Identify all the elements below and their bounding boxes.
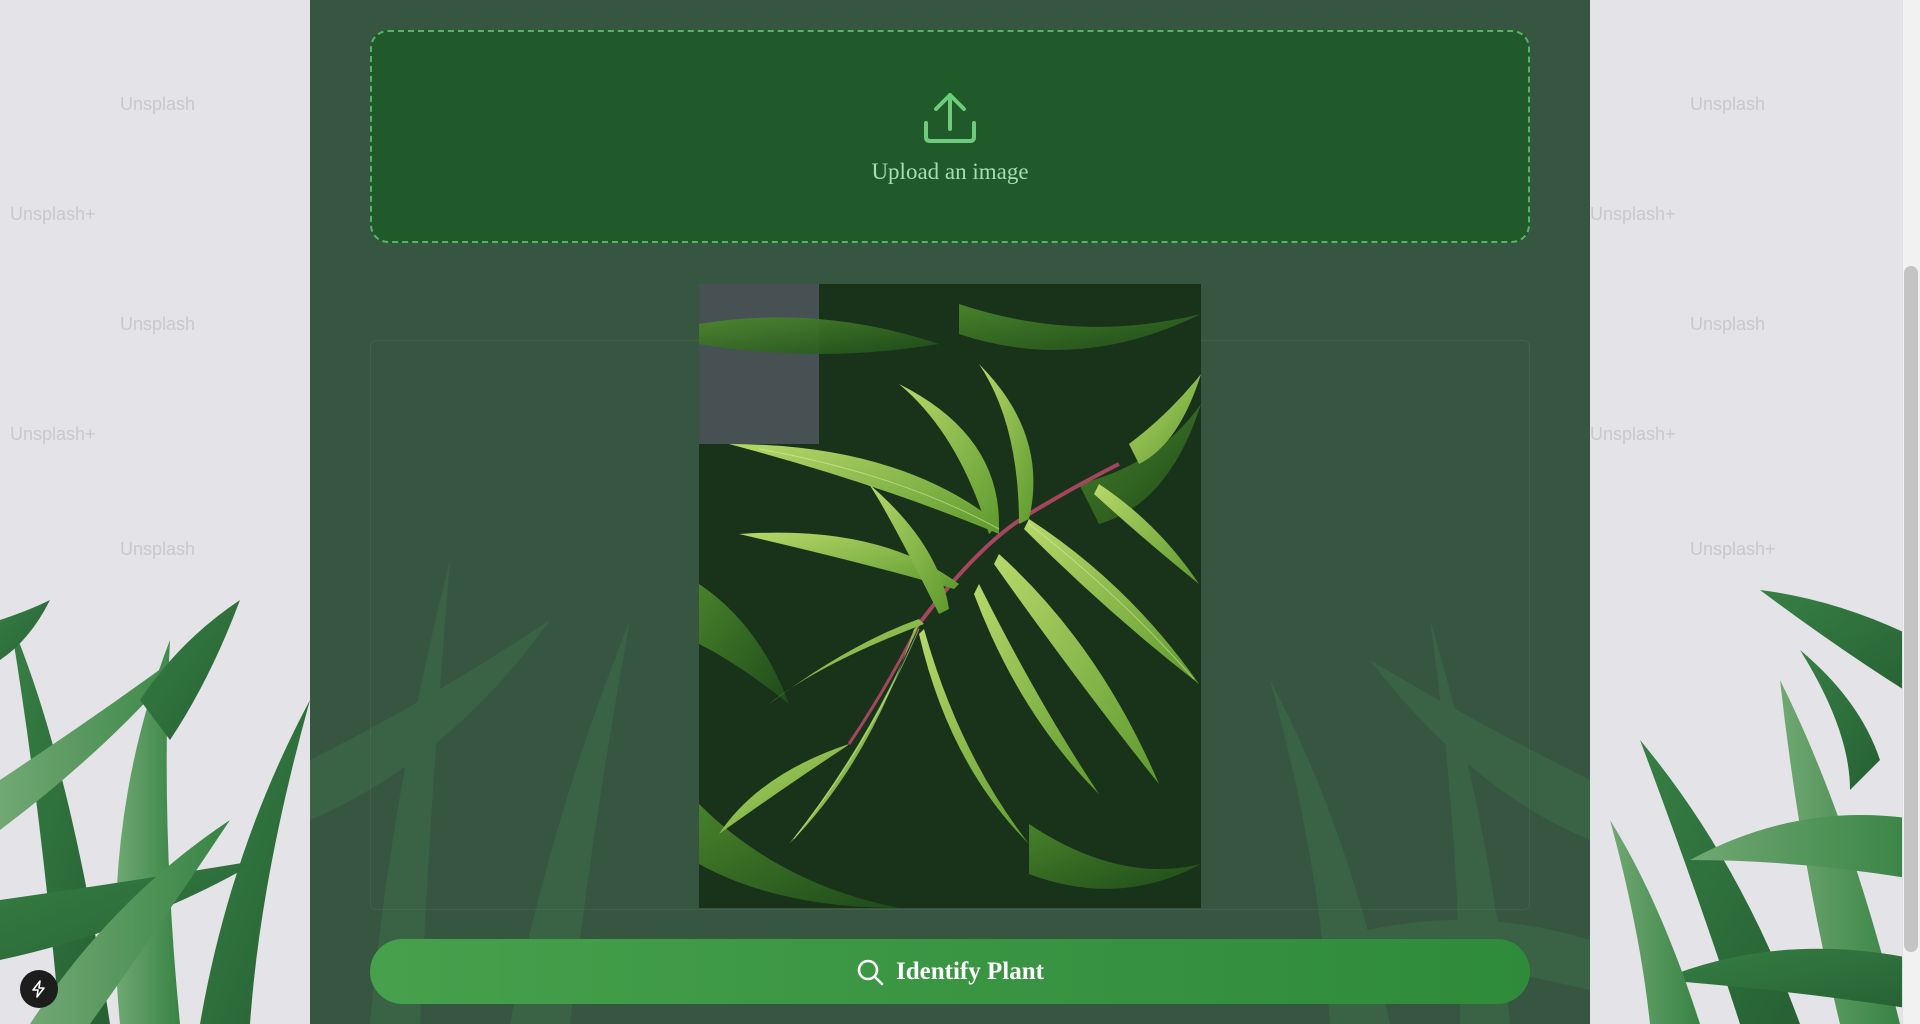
svg-text:Unsplash+: Unsplash+ — [1690, 539, 1776, 559]
search-icon — [857, 959, 884, 985]
plant-photo — [699, 284, 1201, 908]
main-panel: Upload an image Identify Plant — [310, 0, 1590, 1024]
svg-text:Unsplash: Unsplash — [1690, 314, 1765, 334]
svg-text:Unsplash+: Unsplash+ — [10, 204, 96, 224]
svg-text:Unsplash+: Unsplash+ — [1590, 424, 1676, 444]
svg-text:Unsplash: Unsplash — [120, 539, 195, 559]
svg-text:Unsplash: Unsplash — [120, 94, 195, 114]
upload-label: Upload an image — [871, 158, 1029, 184]
svg-text:Unsplash: Unsplash — [120, 314, 195, 334]
scrollbar-thumb[interactable] — [1904, 266, 1918, 952]
dev-tools-button[interactable] — [20, 970, 58, 1008]
plant-preview-image — [699, 284, 1201, 908]
upload-icon — [924, 92, 976, 143]
lightning-bolt-icon — [32, 980, 45, 998]
identify-plant-button[interactable]: Identify Plant — [370, 939, 1530, 1004]
identify-plant-label: Identify Plant — [896, 957, 1044, 985]
svg-text:Unsplash: Unsplash — [1690, 94, 1765, 114]
upload-dropzone[interactable]: Upload an image — [370, 30, 1530, 243]
svg-text:Unsplash+: Unsplash+ — [1590, 204, 1676, 224]
vertical-scrollbar[interactable] — [1902, 0, 1920, 1024]
svg-text:Unsplash+: Unsplash+ — [10, 424, 96, 444]
